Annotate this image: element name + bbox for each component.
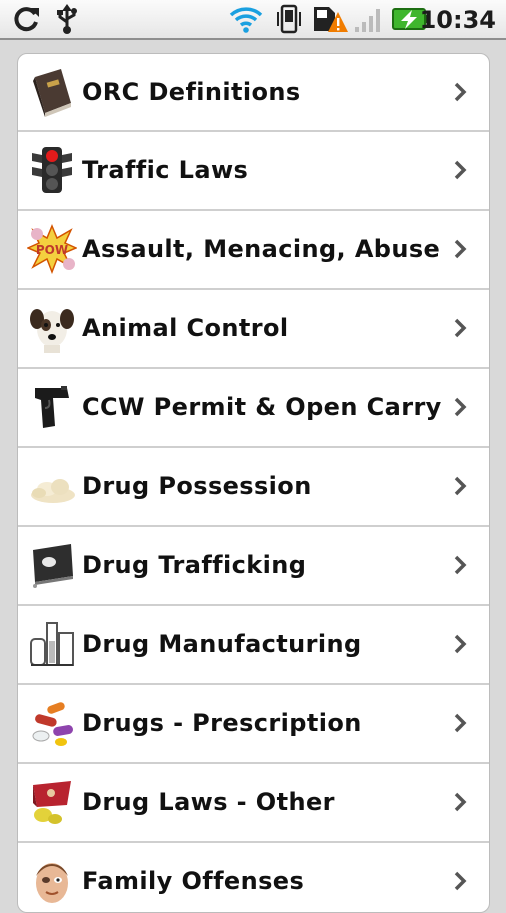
chevron-right-icon bbox=[453, 633, 467, 655]
chevron-right-icon bbox=[453, 791, 467, 813]
list-item-label: ORC Definitions bbox=[82, 78, 301, 106]
list-item-label: CCW Permit & Open Carry bbox=[82, 393, 442, 421]
dog-icon bbox=[27, 303, 77, 353]
list-item-animal-control[interactable]: Animal Control bbox=[18, 290, 489, 369]
law-book-icon bbox=[27, 67, 77, 117]
chevron-right-icon bbox=[453, 712, 467, 734]
list-item-drug-laws-other[interactable]: Drug Laws - Other bbox=[18, 764, 489, 843]
chevron-right-icon bbox=[453, 870, 467, 892]
list-item-drug-possession[interactable]: Drug Possession bbox=[18, 448, 489, 527]
wifi-icon bbox=[228, 0, 264, 38]
chevron-right-icon bbox=[453, 159, 467, 181]
list-item-label: Drug Trafficking bbox=[82, 551, 307, 579]
face-icon bbox=[27, 856, 77, 906]
category-list: ORC Definitions Traffic Laws POW Assault… bbox=[17, 53, 490, 913]
chevron-right-icon bbox=[453, 396, 467, 418]
sd-card-warning-icon bbox=[310, 0, 350, 38]
chevron-right-icon bbox=[453, 81, 467, 103]
handgun-icon bbox=[27, 382, 77, 432]
drug-other-icon bbox=[27, 777, 77, 827]
sync-icon bbox=[10, 0, 44, 38]
list-item-label: Animal Control bbox=[82, 314, 289, 342]
pow-burst-icon: POW bbox=[27, 224, 77, 274]
list-item-label: Drugs - Prescription bbox=[82, 709, 362, 737]
list-item-label: Drug Possession bbox=[82, 472, 312, 500]
pills-icon bbox=[27, 698, 77, 748]
list-item-family-offenses[interactable]: Family Offenses bbox=[18, 843, 489, 912]
traffic-light-icon bbox=[27, 145, 77, 195]
list-item-assault-menacing-abuse[interactable]: POW Assault, Menacing, Abuse bbox=[18, 211, 489, 290]
clock: 10:34 bbox=[419, 6, 496, 34]
list-item-orc-definitions[interactable]: ORC Definitions bbox=[18, 54, 489, 132]
signal-icon bbox=[352, 0, 386, 38]
chevron-right-icon bbox=[453, 317, 467, 339]
chevron-right-icon bbox=[453, 554, 467, 576]
list-item-drugs-prescription[interactable]: Drugs - Prescription bbox=[18, 685, 489, 764]
trafficking-icon bbox=[27, 540, 77, 590]
usb-icon bbox=[54, 0, 80, 38]
powder-icon bbox=[27, 461, 77, 511]
list-item-label: Drug Manufacturing bbox=[82, 630, 362, 658]
list-item-label: Assault, Menacing, Abuse bbox=[82, 235, 441, 263]
list-item-drug-trafficking[interactable]: Drug Trafficking bbox=[18, 527, 489, 606]
list-item-ccw-permit-open-carry[interactable]: CCW Permit & Open Carry bbox=[18, 369, 489, 448]
list-item-traffic-laws[interactable]: Traffic Laws bbox=[18, 132, 489, 211]
lab-equipment-icon bbox=[27, 619, 77, 669]
svg-text:POW: POW bbox=[36, 243, 68, 257]
chevron-right-icon bbox=[453, 238, 467, 260]
chevron-right-icon bbox=[453, 475, 467, 497]
status-bar: 10:34 bbox=[0, 0, 506, 40]
vibrate-icon bbox=[275, 0, 303, 38]
list-item-label: Traffic Laws bbox=[82, 156, 249, 184]
list-item-label: Family Offenses bbox=[82, 867, 305, 895]
list-item-drug-manufacturing[interactable]: Drug Manufacturing bbox=[18, 606, 489, 685]
list-item-label: Drug Laws - Other bbox=[82, 788, 335, 816]
